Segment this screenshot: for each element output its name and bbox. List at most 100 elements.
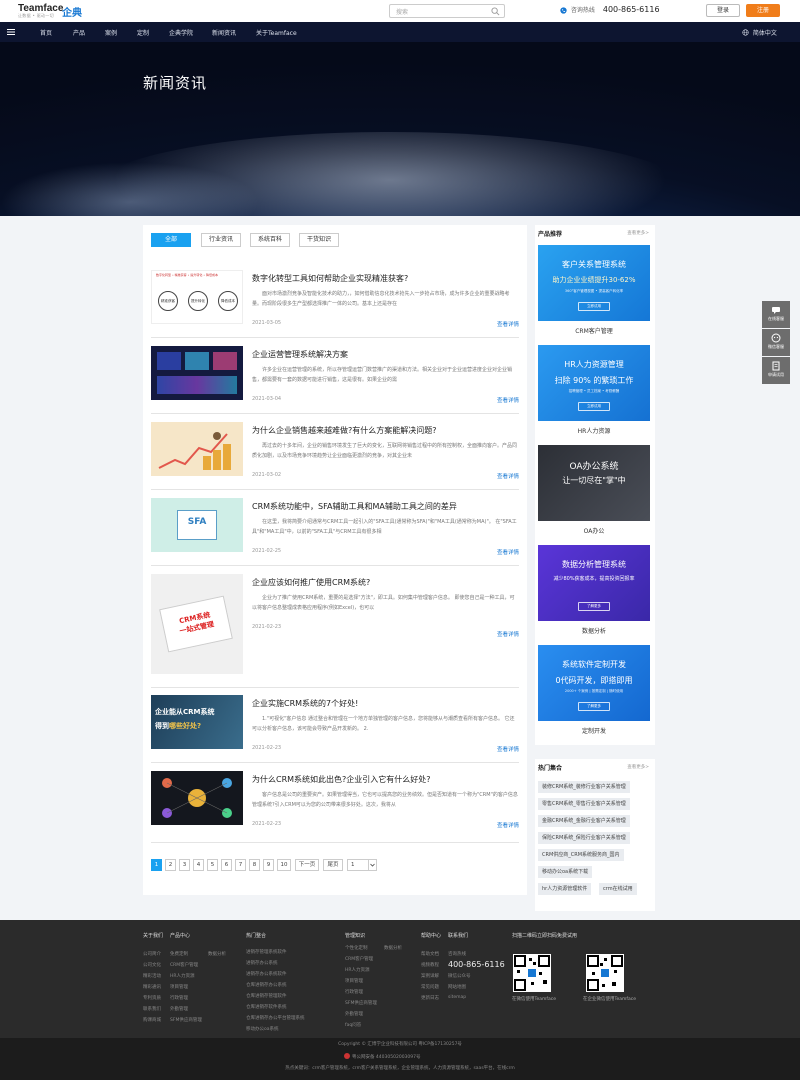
tab-industry[interactable]: 行业资讯 <box>201 233 241 247</box>
footer-link[interactable]: 数据分析 <box>384 945 402 951</box>
more-products-link[interactable]: 查看更多> <box>627 230 649 236</box>
article-thumbnail[interactable]: 企业能从CRM系统 得到哪些好处? <box>151 695 243 749</box>
footer-link[interactable]: 移动办公oa系统 <box>246 1026 279 1032</box>
try-now-button[interactable]: 立即试用 <box>578 402 610 411</box>
footer-link[interactable]: 项目管理 <box>345 978 363 984</box>
article-title[interactable]: 数字化转型工具如何帮助企业实现精准获客? <box>252 273 408 284</box>
nav-item-home[interactable]: 首页 <box>40 28 52 37</box>
article-item[interactable]: 企业运营管理系统解决方案 许多企业在运营管理的系统，所以存管理运营门数营推广的渠… <box>151 346 519 414</box>
footer-link[interactable]: 外勤管理 <box>170 1006 188 1012</box>
footer-link[interactable]: 精彩活动 <box>143 973 161 979</box>
footer-link[interactable]: 更新日志 <box>421 995 439 1001</box>
footer-link[interactable]: 仓库进销存办公平台管理系统 <box>246 1015 305 1021</box>
hot-tag[interactable]: CRM供应商_CRM系统服务商_国内 <box>538 849 624 861</box>
tab-knowledge[interactable]: 干货知识 <box>299 233 339 247</box>
hot-tag[interactable]: 金融CRM系统_金融行业客户关系管理 <box>538 815 630 827</box>
view-details-link[interactable]: 查看详情 <box>497 630 519 638</box>
article-thumbnail[interactable]: CRM系统 一站式管理 <box>151 574 243 674</box>
footer-link[interactable]: 行政管理 <box>170 995 188 1001</box>
product-label[interactable]: OA办公 <box>538 526 650 535</box>
product-banner-custom[interactable]: 系统软件定制开发 0代码开发，即搭即用 2000+ 个案例 | 按需定制 | 随… <box>538 645 650 721</box>
footer-link[interactable]: SFM供应商管理 <box>170 1017 202 1023</box>
login-button[interactable]: 登录 <box>706 4 740 17</box>
article-item[interactable]: 为什么企业销售越来越难做?有什么方案能解决问题? 再过去的十多年间，企业的销售环… <box>151 422 519 490</box>
footer-link[interactable]: HR人力资源 <box>170 973 195 979</box>
footer-link[interactable]: CRM客户管理 <box>170 962 198 968</box>
footer-link[interactable]: 联系我们 <box>143 1006 161 1012</box>
product-label[interactable]: CRM客户管理 <box>538 326 650 335</box>
footer-link[interactable]: 仓库进销存办公系统 <box>246 982 287 988</box>
article-item[interactable]: CRM系统 一站式管理 企业应该如何推广使用CRM系统? 企业为了推广使用CRM… <box>151 574 519 688</box>
nav-item-academy[interactable]: 企典学院 <box>169 28 193 37</box>
footer-link[interactable]: 帮助文档 <box>421 951 439 957</box>
hot-tag[interactable]: crm在线试用 <box>599 883 637 895</box>
product-banner-crm[interactable]: 客户关系管理系统 助力企业业绩提升30-62% 360°客户管理视图 • 提高客… <box>538 245 650 321</box>
article-item[interactable]: SFA CRM系统功能中，SFA辅助工具和MA辅助工具之间的差异 在这里，我将简… <box>151 498 519 566</box>
footer-link[interactable]: 公司简介 <box>143 951 161 957</box>
page-link[interactable]: 4 <box>193 859 204 871</box>
page-link[interactable]: 8 <box>249 859 260 871</box>
nav-item-news[interactable]: 新闻资讯 <box>212 28 236 37</box>
page-link[interactable]: 7 <box>235 859 246 871</box>
menu-icon[interactable] <box>6 27 16 37</box>
learn-more-button[interactable]: 了解更多 <box>578 702 610 711</box>
view-details-link[interactable]: 查看详情 <box>497 745 519 753</box>
logo-cn[interactable]: 企典 <box>62 4 82 19</box>
tab-all[interactable]: 全部 <box>151 233 191 247</box>
page-link[interactable]: 1 <box>151 859 162 871</box>
nav-item-cases[interactable]: 案例 <box>105 28 117 37</box>
more-collections-link[interactable]: 查看更多> <box>627 764 649 770</box>
next-page-button[interactable]: 下一页 <box>295 859 319 871</box>
article-title[interactable]: 为什么企业销售越来越难做?有什么方案能解决问题? <box>252 425 437 436</box>
article-title[interactable]: 企业实施CRM系统的7个好处! <box>252 698 358 709</box>
page-link[interactable]: 3 <box>179 859 190 871</box>
page-link[interactable]: 2 <box>165 859 176 871</box>
online-service-button[interactable]: 在线客服 <box>762 301 790 328</box>
footer-link[interactable]: faq问答 <box>345 1022 361 1028</box>
footer-link[interactable]: CRM客户管理 <box>345 956 373 962</box>
nav-item-about[interactable]: 关于Teamface <box>256 28 297 37</box>
product-label[interactable]: 数据分析 <box>538 626 650 635</box>
footer-link[interactable]: 数据分析 <box>208 951 226 957</box>
footer-link[interactable]: 行政管理 <box>345 989 363 995</box>
article-item[interactable]: 企业能从CRM系统 得到哪些好处? 企业实施CRM系统的7个好处! 1."可视化… <box>151 695 519 763</box>
nav-item-products[interactable]: 产品 <box>73 28 85 37</box>
wechat-service-button[interactable]: 微信客服 <box>762 329 790 356</box>
article-thumbnail[interactable]: SFA <box>151 498 243 552</box>
learn-more-button[interactable]: 了解更多 <box>578 602 610 611</box>
article-thumbnail[interactable] <box>151 422 243 476</box>
tab-encyclopedia[interactable]: 系统百科 <box>250 233 290 247</box>
language-switch[interactable]: 简体中文 <box>742 28 777 37</box>
product-banner-hr[interactable]: HR人力资源管理 扫除 90% 的繁琐工作 招聘管理 • 员工档案 • 考勤薪酬… <box>538 345 650 421</box>
article-thumbnail[interactable] <box>151 346 243 400</box>
page-link[interactable]: 10 <box>277 859 291 871</box>
hot-tag[interactable]: 保险CRM系统_保险行业客户关系管理 <box>538 832 630 844</box>
hot-tag[interactable]: hr人力资源管理软件 <box>538 883 592 895</box>
footer-link[interactable]: 案例详解 <box>421 973 439 979</box>
footer-link[interactable]: 外勤管理 <box>345 1011 363 1017</box>
footer-link[interactable]: SFM供应商管理 <box>345 1000 377 1006</box>
article-title[interactable]: 为什么CRM系统如此出色?企业引入它有什么好处? <box>252 774 431 785</box>
view-details-link[interactable]: 查看详情 <box>497 396 519 404</box>
view-details-link[interactable]: 查看详情 <box>497 821 519 829</box>
footer-link[interactable]: 免费定制 <box>170 951 188 957</box>
footer-link[interactable]: HR人力资源 <box>345 967 370 973</box>
article-title[interactable]: 企业应该如何推广使用CRM系统? <box>252 577 370 588</box>
article-title[interactable]: 企业运营管理系统解决方案 <box>252 349 348 360</box>
article-item[interactable]: 为什么CRM系统如此出色?企业引入它有什么好处? 客户信息是公司的重要资产。如果… <box>151 771 519 843</box>
footer-link[interactable]: 进销存办公系统软件 <box>246 971 287 977</box>
article-item[interactable]: 数字化转型 • 精准获客 • 提升转化 • 降低成本 精准获客 提升转化 降低成… <box>151 270 519 338</box>
article-thumbnail[interactable] <box>151 771 243 825</box>
page-link[interactable]: 6 <box>221 859 232 871</box>
search-input[interactable]: 搜索 <box>389 4 505 18</box>
footer-link[interactable]: 专利资质 <box>143 995 161 1001</box>
page-link[interactable]: 9 <box>263 859 274 871</box>
page-select-arrow[interactable] <box>368 859 377 871</box>
footer-link[interactable]: 仓库进销存软件系统 <box>246 1004 287 1010</box>
apply-trial-button[interactable]: 申请试用 <box>762 357 790 384</box>
article-thumbnail[interactable]: 数字化转型 • 精准获客 • 提升转化 • 降低成本 精准获客 提升转化 降低成… <box>151 270 243 324</box>
product-label[interactable]: HR人力资源 <box>538 426 650 435</box>
footer-link[interactable]: 进销存办公系统 <box>246 960 278 966</box>
register-button[interactable]: 注册 <box>746 4 780 17</box>
footer-link[interactable]: 个性化定制 <box>345 945 368 951</box>
